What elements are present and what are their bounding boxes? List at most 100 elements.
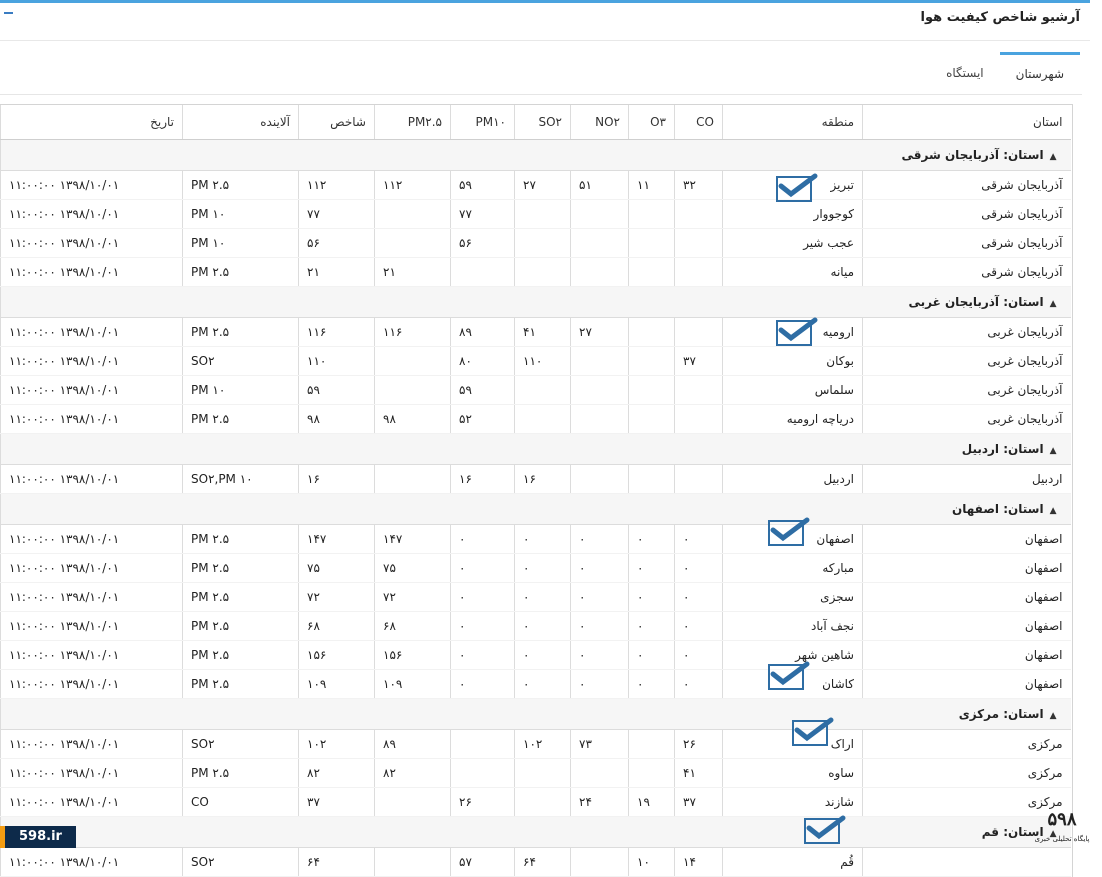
table-body: ▲استان: آذربایجان شرقی آذربایجان شرقی تبری… xyxy=(0,139,1071,877)
table-row[interactable]: اصفهان شاهین شهر ۰ ۰ ۰ ۰ ۰ ۱۵۶ ۱۵۶ PM ۲.۵ ۱۱:۰۰:۰۰… xyxy=(0,640,1071,670)
expand-arrow-icon[interactable]: ▲ xyxy=(1050,446,1057,456)
table-row[interactable]: مرکزی شازند ۳۷ ۱۹ ۲۴ ۲۶ ۳۷ CO ۱۱:۰۰:۰۰ ۱۳۹۸/۱۰/۰… xyxy=(0,787,1071,817)
group-label-text: استان: آذربایجان غربی xyxy=(908,295,1044,309)
table-row[interactable]: آذربایجان شرقی میانه ۲۱ ۲۱ PM ۲.۵ ۱۱:۰۰:۰۰ ۱۳… xyxy=(0,257,1071,287)
table-cell xyxy=(628,317,675,347)
table-cell: ۱۱۰ xyxy=(514,346,571,376)
collapse-icon[interactable] xyxy=(4,12,13,14)
table-cell: ۰ xyxy=(674,553,723,583)
table-cell xyxy=(514,758,571,788)
table-cell: CO xyxy=(182,787,299,817)
table-cell: PM ۲.۵ xyxy=(182,611,299,641)
column-header-10[interactable]: تاریخ xyxy=(0,105,183,140)
table-cell: ۱۴۷ xyxy=(374,524,451,554)
table-cell: مرکزی xyxy=(862,758,1071,788)
table-cell: ۶۴ xyxy=(298,847,375,877)
group-label[interactable]: ▲ استان: آذربایجان شرقی xyxy=(0,139,1071,171)
table-cell xyxy=(674,199,723,229)
table-cell: ۱۱:۰۰:۰۰ ۱۳۹۸/۱۰/۰۱ xyxy=(0,317,183,347)
column-header-0[interactable]: استان xyxy=(862,105,1071,140)
group-label[interactable]: ▲ استان: مرکزی xyxy=(0,698,1071,730)
table-row[interactable]: اصفهان سجزی ۰ ۰ ۰ ۰ ۰ ۷۲ ۷۲ PM ۲.۵ ۱۱:۰۰:۰۰ ۱۳۹۸/۱… xyxy=(0,582,1071,612)
table-cell: ۷۷ xyxy=(298,199,375,229)
column-header-6[interactable]: PM۱۰ xyxy=(450,105,515,140)
table-cell xyxy=(570,257,629,287)
group-row[interactable]: ▲ استان: آذربایجان شرقی xyxy=(0,139,1071,171)
table-cell xyxy=(674,375,723,405)
table-cell xyxy=(628,346,675,376)
table-row[interactable]: آذربایجان غربی بوکان ۳۷ ۱۱۰ ۸۰ ۱۱۰ SO۲ ۱۱:۰۰:۰۰… xyxy=(0,346,1071,376)
table-cell: PM ۲.۵ xyxy=(182,317,299,347)
table-cell: سجزی xyxy=(722,582,863,612)
table-row[interactable]: مرکزی ساوه ۴۱ ۸۲ ۸۲ PM ۲.۵ ۱۱:۰۰:۰۰ ۱۳۹۸/۱۰/۰۱ xyxy=(0,758,1071,788)
table-cell: ۰ xyxy=(450,611,515,641)
table-cell: PM ۲.۵ xyxy=(182,758,299,788)
table-cell: ۰ xyxy=(628,611,675,641)
table-cell xyxy=(628,199,675,229)
table-row[interactable]: اصفهان کاشان ۰ ۰ ۰ ۰ ۰ ۱۰۹ ۱۰۹ PM ۲.۵ ۱۱:۰۰:۰۰ ۱۳۹… xyxy=(0,669,1071,699)
table-row[interactable]: مرکزی اراک ۲۶ ۷۳ ۱۰۲ ۸۹ ۱۰۲ SO۲ ۱۱:۰۰:۰۰ ۱۳۹۸/۱۰… xyxy=(0,729,1071,759)
table-cell: ۰ xyxy=(514,553,571,583)
table-cell: ۷۷ xyxy=(450,199,515,229)
table-cell: نجف آباد xyxy=(722,611,863,641)
column-header-8[interactable]: شاخص xyxy=(298,105,375,140)
group-label[interactable]: ▲استان: قم xyxy=(0,816,1071,848)
expand-arrow-icon[interactable]: ▲ xyxy=(1050,152,1057,162)
group-label[interactable]: ▲ استان: آذربایجان غربی xyxy=(0,286,1071,318)
column-header-9[interactable]: آلاینده xyxy=(182,105,299,140)
logo-sub-text: پایگاه تحلیلی خبری xyxy=(1034,835,1090,843)
table-cell: ۰ xyxy=(514,524,571,554)
table-cell xyxy=(628,464,675,494)
table-cell: قُم xyxy=(722,847,863,877)
column-header-2[interactable]: CO xyxy=(674,105,723,140)
table-row[interactable]: آذربایجان غربی ارومیه ۲۷ ۴۱ ۸۹ ۱۱۶ ۱۱۶ PM ۲.۵ ۱۱… xyxy=(0,317,1071,347)
table-row[interactable]: اصفهان مبارکه ۰ ۰ ۰ ۰ ۰ ۷۵ ۷۵ PM ۲.۵ ۱۱:۰۰:۰۰ ۱۳۹۸… xyxy=(0,553,1071,583)
table-cell: ۸۲ xyxy=(374,758,451,788)
logo-main-text: ۵۹۸ xyxy=(1047,809,1077,830)
group-row[interactable]: ▲ استان: آذربایجان غربی xyxy=(0,286,1071,318)
table-cell: شازند xyxy=(722,787,863,817)
group-row[interactable]: ▲ استان: اردبیل xyxy=(0,433,1071,465)
column-header-3[interactable]: O۳ xyxy=(628,105,675,140)
expand-arrow-icon[interactable]: ▲ xyxy=(1050,711,1057,721)
table-cell: آذربایجان شرقی xyxy=(862,199,1071,229)
table-row[interactable]: آذربایجان شرقی تبریز ۳۲ ۱۱ ۵۱ ۲۷ ۵۹ ۱۱۲ ۱۱۲ PM ۲.… xyxy=(0,170,1071,200)
table-row[interactable]: قُم ۱۴ ۱۰ ۶۴ ۵۷ ۶۴ SO۲ ۱۱:۰۰:۰۰ ۱۳۹۸/۱۰/۰۱ xyxy=(0,847,1071,877)
table-row[interactable]: آذربایجان شرقی کوجووار ۷۷ ۷۷ PM ۱۰ ۱۱:۰۰:۰۰ ۱… xyxy=(0,199,1071,229)
column-header-7[interactable]: PM۲.۵ xyxy=(374,105,451,140)
table-cell xyxy=(628,758,675,788)
tab-city[interactable]: شهرستان xyxy=(999,52,1080,95)
table-cell xyxy=(374,847,451,877)
tab-station[interactable]: ایستگاه xyxy=(930,52,1000,94)
table-cell xyxy=(570,199,629,229)
group-row[interactable]: ▲استان: قم xyxy=(0,816,1071,848)
group-row[interactable]: ▲ استان: اصفهان xyxy=(0,493,1071,525)
expand-arrow-icon[interactable]: ▲ xyxy=(1050,506,1057,516)
table-cell: ۱۵۶ xyxy=(374,640,451,670)
table-row[interactable]: آذربایجان شرقی عجب شیر ۵۶ ۵۶ PM ۱۰ ۱۱:۰۰:۰۰ ۱… xyxy=(0,228,1071,258)
table-cell: ۱۱۰ xyxy=(298,346,375,376)
table-cell: ۰ xyxy=(674,524,723,554)
group-label[interactable]: ▲ استان: اردبیل xyxy=(0,433,1071,465)
column-header-4[interactable]: NO۲ xyxy=(570,105,629,140)
expand-arrow-icon[interactable]: ▲ xyxy=(1050,299,1057,309)
table-row[interactable]: اردبیل اردبیل ۱۶ ۱۶ ۱۶ SO۲,PM ۱۰ ۱۱:۰۰:۰۰ ۱۳۹۸… xyxy=(0,464,1071,494)
table-row[interactable]: آذربایجان غربی سلماس ۵۹ ۵۹ PM ۱۰ ۱۱:۰۰:۰۰ ۱۳۹… xyxy=(0,375,1071,405)
table-cell: ۰ xyxy=(450,669,515,699)
column-header-5[interactable]: SO۲ xyxy=(514,105,571,140)
table-cell xyxy=(862,847,1071,877)
table-cell: ۱۵۶ xyxy=(298,640,375,670)
table-cell: ۱۶ xyxy=(298,464,375,494)
table-cell: آذربایجان غربی xyxy=(862,375,1071,405)
column-header-1[interactable]: منطقه xyxy=(722,105,863,140)
table-cell: ۷۳ xyxy=(570,729,629,759)
site-logo-598: 598.ir xyxy=(0,826,76,848)
table-cell: آذربایجان غربی xyxy=(862,404,1071,434)
table-cell xyxy=(514,257,571,287)
table-row[interactable]: اصفهان نجف آباد ۰ ۰ ۰ ۰ ۰ ۶۸ ۶۸ PM ۲.۵ ۱۱:۰۰:۰۰ ۱۳… xyxy=(0,611,1071,641)
table-cell: ۱۴ xyxy=(674,847,723,877)
table-row[interactable]: آذربایجان غربی دریاچه ارومیه ۵۲ ۹۸ ۹۸ PM ۲.۵ ۱… xyxy=(0,404,1071,434)
group-row[interactable]: ▲ استان: مرکزی xyxy=(0,698,1071,730)
table-row[interactable]: اصفهان اصفهان ۰ ۰ ۰ ۰ ۰ ۱۴۷ ۱۴۷ PM ۲.۵ ۱۱:۰۰:۰۰ ۱۳… xyxy=(0,524,1071,554)
group-label[interactable]: ▲ استان: اصفهان xyxy=(0,493,1071,525)
